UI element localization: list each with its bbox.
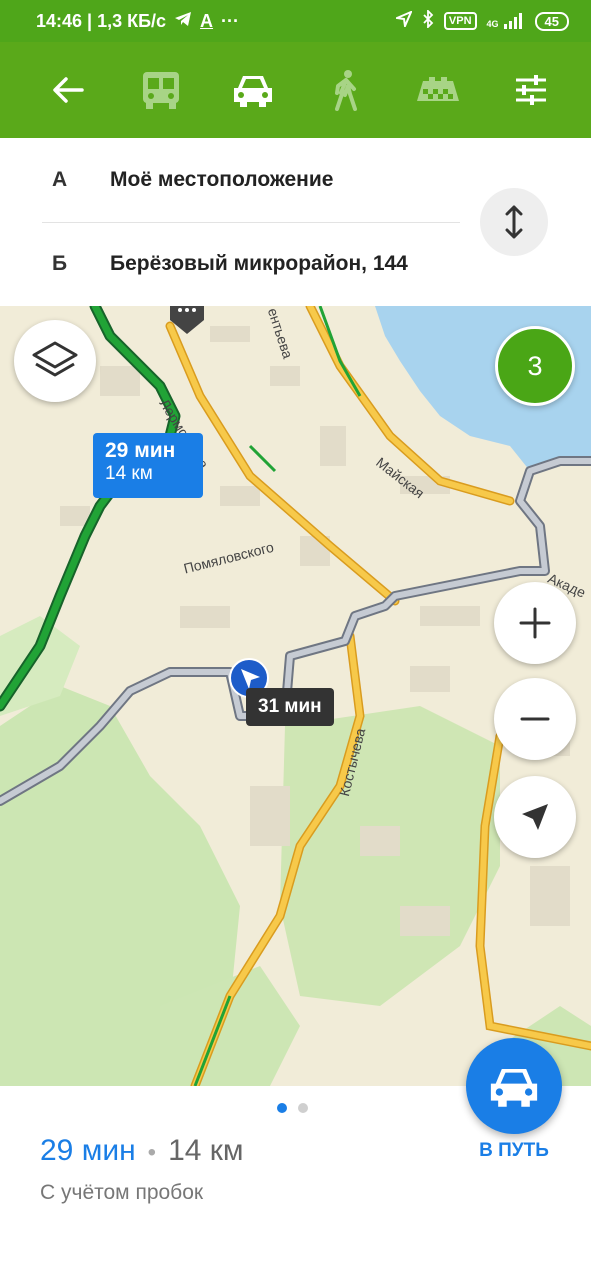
- settings-sliders-icon: [515, 75, 546, 105]
- from-marker: А: [52, 168, 68, 191]
- alt-route-tag[interactable]: 31 мин: [246, 688, 334, 726]
- route-summary: 29 мин • 14 км: [40, 1134, 244, 1168]
- traffic-note: С учётом пробок: [40, 1181, 204, 1204]
- taxi-mode-button[interactable]: [410, 62, 466, 118]
- pedestrian-icon: [334, 70, 357, 111]
- swap-points-button[interactable]: [480, 188, 548, 256]
- route-points-panel: А Моё местоположение Б Берёзовый микрора…: [0, 138, 591, 306]
- map-view[interactable]: Лермонтова ентьева Майская Помяловского …: [0, 306, 591, 1086]
- layers-button[interactable]: [14, 320, 96, 402]
- transport-toolbar: [0, 42, 591, 138]
- start-route-label[interactable]: В ПУТЬ: [462, 1140, 566, 1162]
- zoom-in-button[interactable]: [494, 582, 576, 664]
- layer-count-badge[interactable]: 3: [495, 326, 575, 406]
- font-a-icon: A: [200, 10, 214, 31]
- page-indicator: [277, 1103, 308, 1113]
- signal-icon: 4G: [487, 13, 525, 29]
- map-route-screen: 14:46 | 1,3 КБ/с A ··· VPN 4G 45 А Моё м…: [0, 0, 591, 1280]
- zoom-out-button[interactable]: [494, 678, 576, 760]
- taxi-icon: [417, 77, 460, 101]
- layers-icon: [32, 341, 78, 377]
- network-type: 4G: [486, 19, 499, 29]
- page-dot-active: [277, 1103, 287, 1113]
- battery-indicator: 45: [534, 11, 569, 31]
- bus-icon: [142, 72, 179, 109]
- bluetooth-icon: [422, 8, 434, 33]
- route-to-field[interactable]: Б Берёзовый микрорайон, 144: [0, 222, 460, 306]
- plus-icon: [519, 607, 551, 639]
- route-from-field[interactable]: А Моё местоположение: [0, 138, 460, 222]
- from-label: Моё местоположение: [110, 168, 334, 191]
- minus-icon: [520, 717, 550, 721]
- page-dot: [298, 1103, 308, 1113]
- route-settings-button[interactable]: [503, 62, 559, 118]
- status-time-speed: 14:46 | 1,3 КБ/с: [36, 10, 167, 31]
- summary-time: 29 мин: [40, 1134, 136, 1167]
- summary-distance: 14 км: [168, 1134, 244, 1167]
- swap-arrows-icon: [505, 205, 523, 239]
- summary-separator: •: [147, 1139, 157, 1166]
- start-route-button[interactable]: [466, 1038, 562, 1134]
- status-dots: ···: [221, 10, 240, 31]
- navigation-arrow-icon: [522, 804, 548, 830]
- telegram-icon: [174, 11, 192, 32]
- to-marker: Б: [52, 252, 68, 275]
- vpn-badge: VPN: [443, 12, 477, 30]
- location-arrow-icon: [393, 9, 413, 32]
- back-button[interactable]: [40, 62, 96, 118]
- car-icon: [234, 76, 273, 107]
- status-bar: 14:46 | 1,3 КБ/с A ··· VPN 4G 45: [0, 0, 591, 42]
- main-route-time: 29 мин: [105, 439, 176, 462]
- my-location-button[interactable]: [494, 776, 576, 858]
- bus-mode-button[interactable]: [133, 62, 189, 118]
- main-route-tag[interactable]: 29 мин 14 км: [93, 433, 203, 498]
- car-mode-button[interactable]: [225, 62, 281, 118]
- to-label: Берёзовый микрорайон, 144: [110, 252, 408, 275]
- car-icon: [490, 1068, 538, 1107]
- walk-mode-button[interactable]: [318, 62, 374, 118]
- main-route-distance: 14 км: [105, 463, 153, 484]
- back-arrow-icon: [53, 77, 84, 103]
